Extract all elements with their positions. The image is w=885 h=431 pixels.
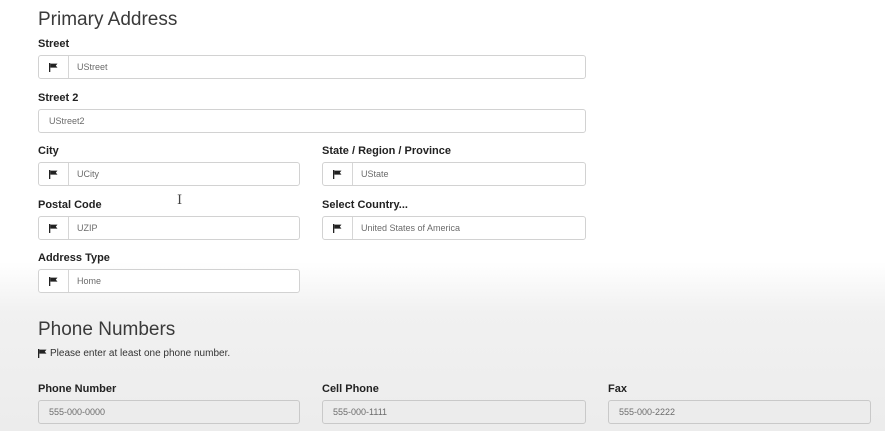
street-value: UStreet: [77, 62, 108, 72]
street-label: Street: [38, 38, 70, 50]
flag-icon: [39, 56, 69, 78]
city-field[interactable]: UCity: [38, 162, 300, 186]
phone-note-text: Please enter at least one phone number.: [50, 348, 231, 359]
postal-code-value: UZIP: [77, 223, 98, 233]
street2-value: UStreet2: [49, 116, 85, 126]
fax-placeholder: 555-000-2222: [619, 407, 676, 417]
country-label: Select Country...: [322, 199, 408, 211]
address-type-field[interactable]: Home: [38, 269, 300, 293]
state-value: UState: [361, 169, 389, 179]
flag-icon: [38, 349, 47, 358]
state-label: State / Region / Province: [322, 145, 451, 157]
cell-phone-label: Cell Phone: [322, 383, 379, 395]
phone-number-label: Phone Number: [38, 383, 117, 395]
postal-code-label: Postal Code: [38, 199, 102, 211]
country-select[interactable]: United States of America: [322, 216, 586, 240]
phone-note: Please enter at least one phone number.: [38, 348, 230, 359]
street-field[interactable]: UStreet: [38, 55, 586, 79]
flag-icon: [39, 217, 69, 239]
postal-code-field[interactable]: UZIP: [38, 216, 300, 240]
phone-number-field[interactable]: 555-000-0000: [38, 400, 300, 424]
cell-phone-placeholder: 555-000-1111: [333, 407, 388, 417]
text-cursor-icon: I: [177, 193, 183, 208]
flag-icon: [39, 270, 69, 292]
city-label: City: [38, 145, 59, 157]
flag-icon: [323, 217, 353, 239]
section-title-primary-address: Primary Address: [38, 9, 178, 30]
fax-field[interactable]: 555-000-2222: [608, 400, 871, 424]
address-type-label: Address Type: [38, 252, 110, 264]
flag-icon: [323, 163, 353, 185]
street2-label: Street 2: [38, 92, 79, 104]
address-type-value: Home: [77, 276, 102, 286]
country-value: United States of America: [361, 223, 461, 233]
flag-icon: [39, 163, 69, 185]
phone-number-placeholder: 555-000-0000: [49, 407, 106, 417]
city-value: UCity: [77, 169, 99, 179]
cell-phone-field[interactable]: 555-000-1111: [322, 400, 586, 424]
fax-label: Fax: [608, 383, 627, 395]
street2-field[interactable]: UStreet2: [38, 109, 586, 133]
state-field[interactable]: UState: [322, 162, 586, 186]
section-title-phone-numbers: Phone Numbers: [38, 319, 176, 340]
